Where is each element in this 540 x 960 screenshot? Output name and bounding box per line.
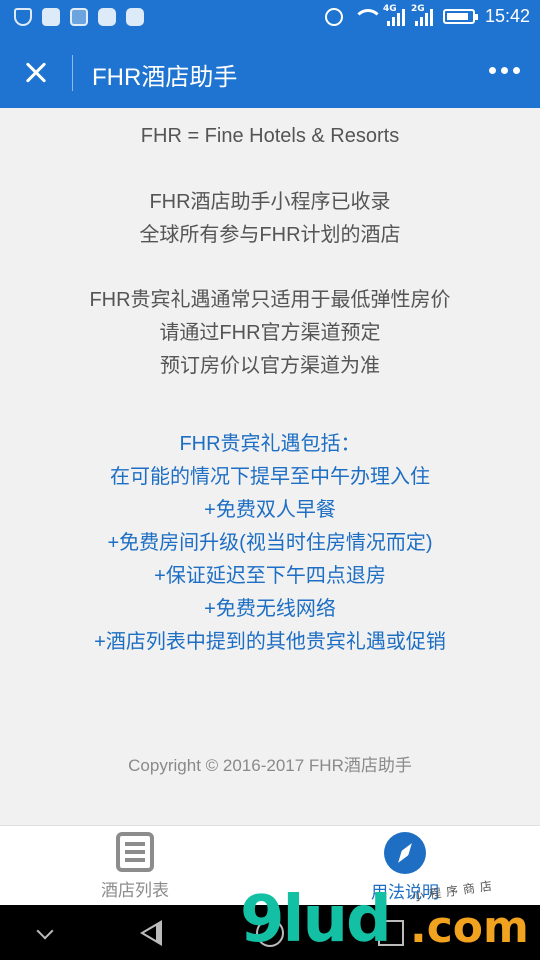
notes-section: FHR贵宾礼遇通常只适用于最低弹性房价 请通过FHR官方渠道预定 预订房价以官方… [0,284,540,383]
notification-icons [14,8,144,26]
benefit-item: +保证延迟至下午四点退房 [154,565,386,587]
clock: 15:42 [484,6,530,26]
recent-apps-icon[interactable] [360,905,420,960]
divider [72,55,73,91]
copyright: Copyright © 2016-2017 FHR酒店助手 [128,756,412,775]
benefit-item: +免费双人早餐 [204,499,336,521]
intro-line: 全球所有参与FHR计划的酒店 [139,224,401,246]
wifi-icon [352,8,383,25]
benefit-item: +免费房间升级(视当时住房情况而定) [107,532,433,554]
system-icons: 4G 2G 15:42 [324,4,530,27]
network-type-label: 4G [382,3,397,14]
tagline: FHR = Fine Hotels & Resorts [140,125,400,147]
more-options-icon[interactable] [487,61,522,80]
benefit-item: +免费无线网络 [204,598,336,620]
back-icon[interactable] [120,905,180,960]
system-nav-bar [0,905,540,960]
chevron-down-icon[interactable] [15,905,75,960]
image-icon [70,8,88,26]
note-line: FHR贵宾礼遇通常只适用于最低弹性房价 [89,289,451,311]
benefits-section: FHR贵宾礼遇包括： 在可能的情况下提早至中午办理入住 +免费双人早餐 +免费房… [0,428,540,659]
app-icon [42,8,60,26]
instructions-content: FHR = Fine Hotels & Resorts FHR酒店助手小程序已收… [0,108,540,825]
intro-line: FHR酒店助手小程序已收录 [149,191,391,213]
paw-icon [126,8,144,26]
tab-label: 酒店列表 [101,881,169,900]
tab-usage-guide[interactable]: 用法说明 [315,832,495,903]
title-bar: FHR酒店助手 [0,37,540,108]
benefit-item: 在可能的情况下提早至中午办理入住 [110,466,430,488]
compass-icon [384,832,426,874]
battery-icon [442,9,478,24]
note-line: 请通过FHR官方渠道预定 [159,322,381,344]
signal-icon: 2G [411,4,433,26]
status-bar: 4G 2G 15:42 [0,0,540,37]
intro-section: FHR酒店助手小程序已收录 全球所有参与FHR计划的酒店 [0,186,540,252]
tab-label: 用法说明 [371,883,439,902]
close-icon[interactable] [12,49,60,97]
benefits-heading: FHR贵宾礼遇包括： [179,433,361,455]
network-type-label: 2G [410,3,425,14]
tab-hotel-list[interactable]: 酒店列表 [45,832,225,901]
home-icon[interactable] [240,905,300,960]
shield-icon [14,8,32,26]
paw-icon [98,8,116,26]
alarm-icon [324,7,343,26]
page-title: FHR酒店助手 [92,64,238,91]
tagline-section: FHR = Fine Hotels & Resorts [0,120,540,153]
signal-icon: 4G [383,4,405,26]
list-icon [116,832,154,872]
benefit-item: +酒店列表中提到的其他贵宾礼遇或促销 [94,631,446,653]
tab-bar: 酒店列表 用法说明 [0,825,540,905]
note-line: 预订房价以官方渠道为准 [160,355,380,377]
